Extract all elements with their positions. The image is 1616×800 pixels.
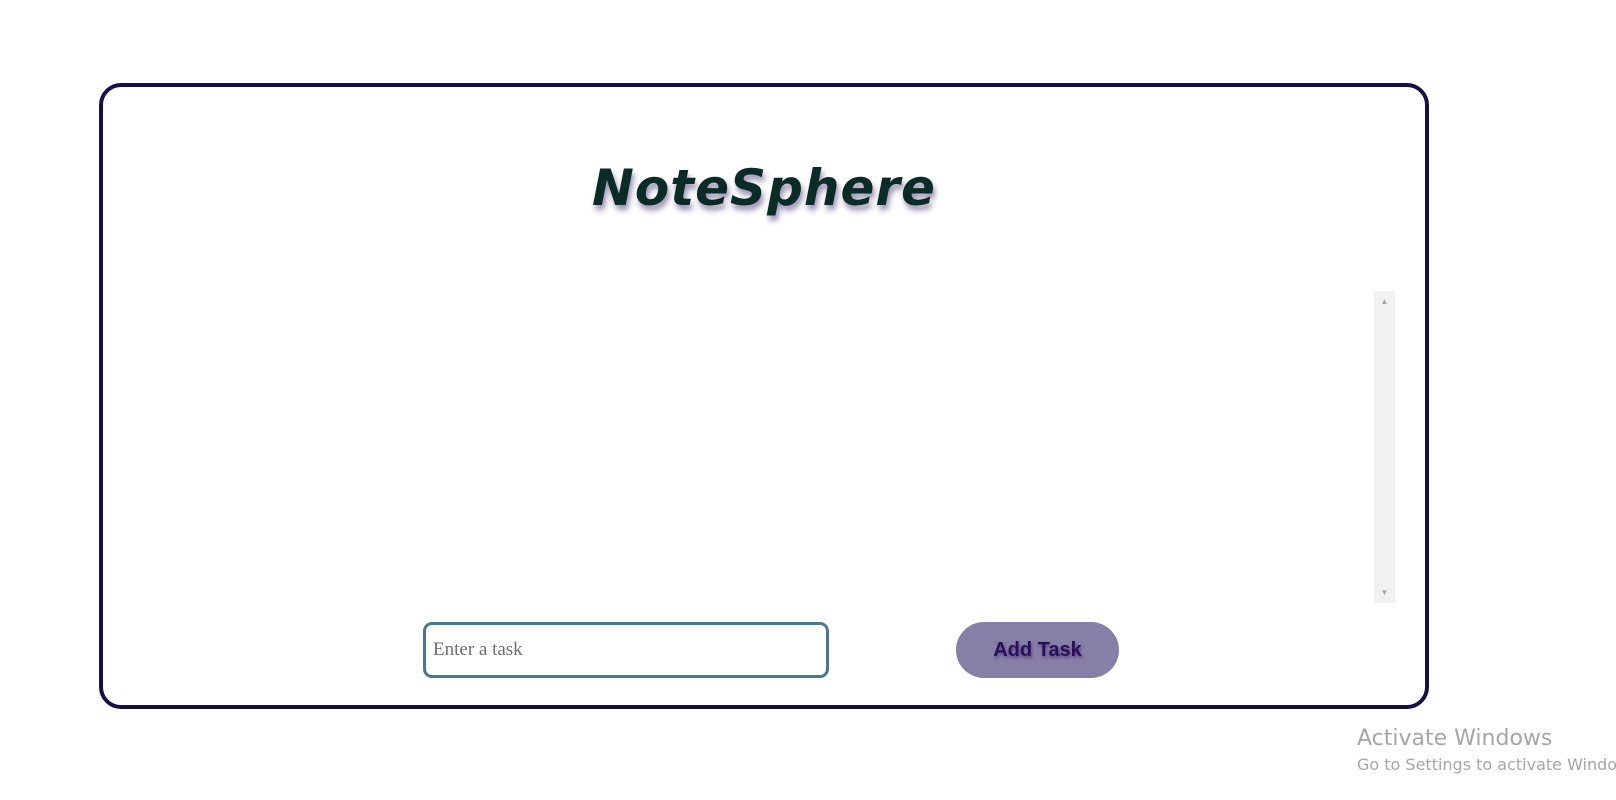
watermark-subtitle: Go to Settings to activate Windows. <box>1357 755 1616 774</box>
app-card: NoteSphere ▲ ▼ Add Task <box>99 83 1429 709</box>
watermark-title: Activate Windows <box>1357 726 1553 751</box>
task-input[interactable] <box>423 622 829 678</box>
task-list[interactable]: ▲ ▼ <box>343 291 1395 603</box>
task-list-scrollbar[interactable]: ▲ ▼ <box>1374 291 1395 603</box>
app-title: NoteSphere <box>592 159 936 217</box>
activate-windows-watermark: Activate Windows Go to Settings to activ… <box>1357 724 1616 776</box>
add-task-button[interactable]: Add Task <box>956 622 1119 678</box>
scroll-up-arrow-icon[interactable]: ▲ <box>1374 293 1395 310</box>
scroll-down-arrow-icon[interactable]: ▼ <box>1374 584 1395 601</box>
